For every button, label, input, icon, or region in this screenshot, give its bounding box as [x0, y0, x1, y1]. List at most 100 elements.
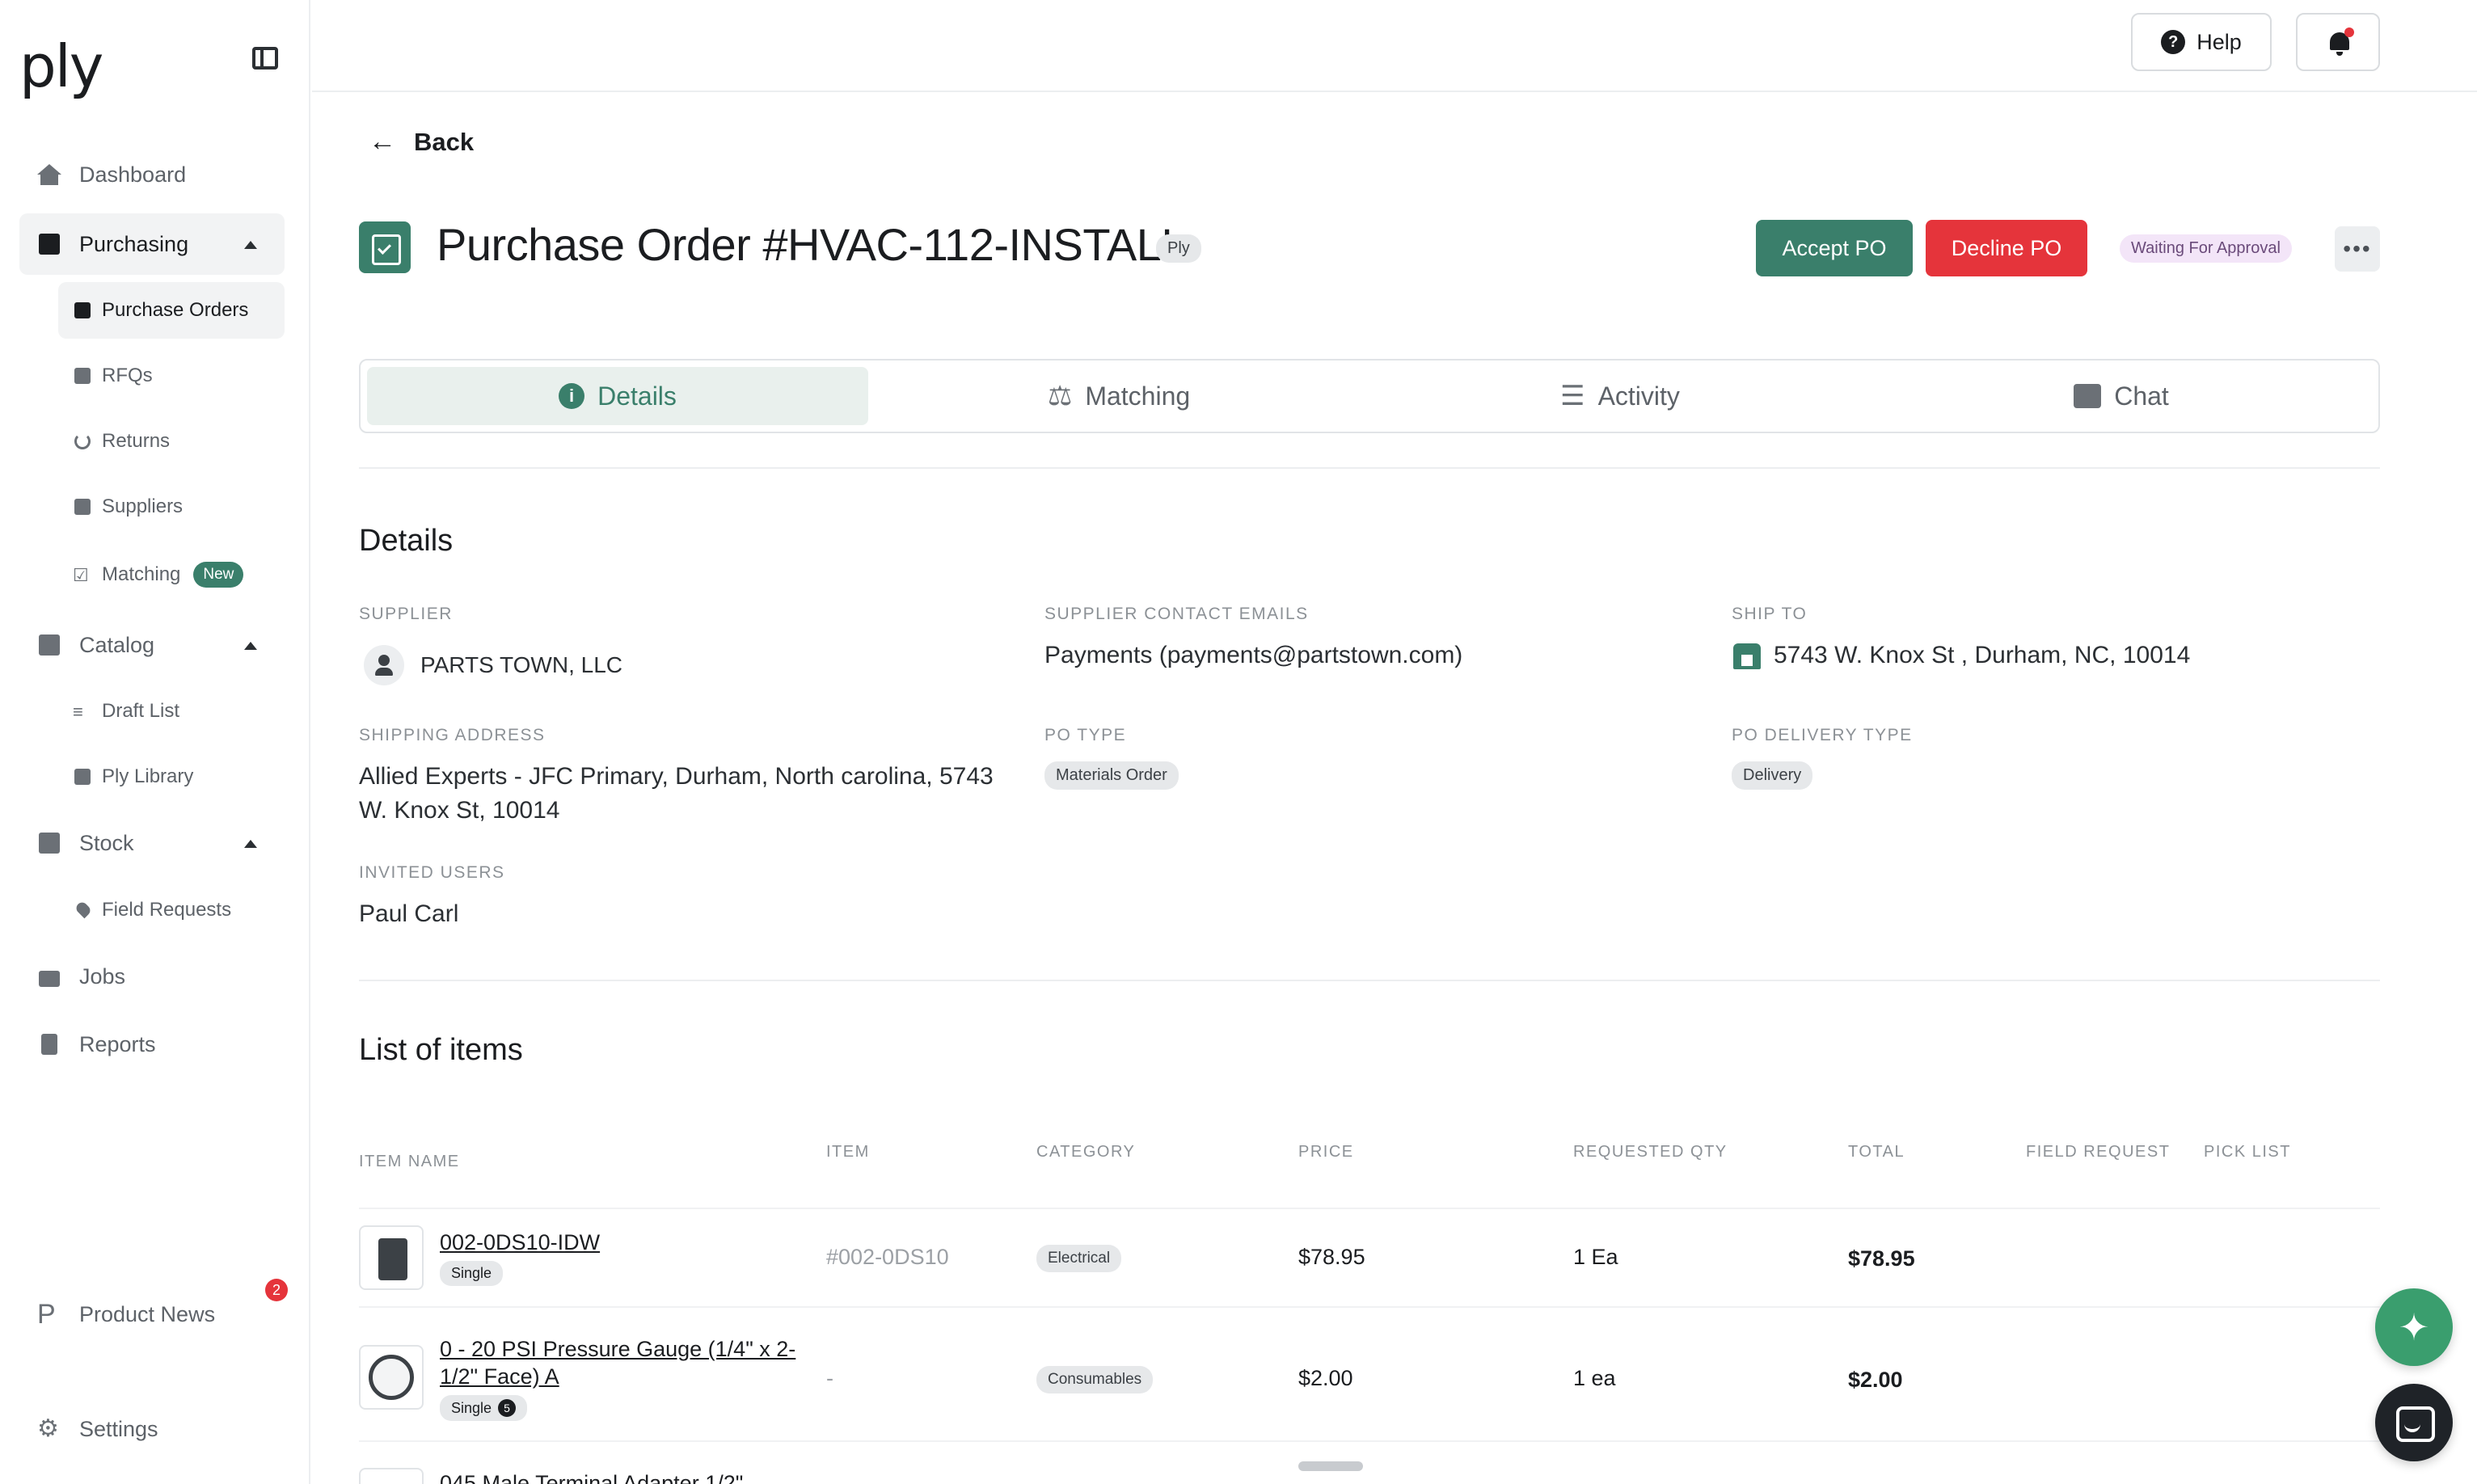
location-pin-icon [73, 900, 93, 920]
item-thumbnail [359, 1225, 424, 1290]
scroll-handle[interactable] [1298, 1461, 1363, 1471]
sidebar-item-catalog[interactable]: Catalog [19, 614, 285, 676]
total-value: $78.95 [1848, 1246, 1915, 1271]
sidebar-item-field-requests[interactable]: Field Requests [58, 882, 285, 938]
price-value: $2.00 [1298, 1366, 1353, 1390]
clipboard-icon [73, 366, 92, 386]
more-options-button[interactable]: ••• [2335, 226, 2380, 272]
sidebar-item-stock[interactable]: Stock [19, 812, 285, 874]
item-name-link[interactable]: 002-0DS10-IDW [440, 1229, 820, 1256]
warehouse-icon [37, 831, 61, 855]
sidebar-item-rfqs[interactable]: RFQs [58, 348, 285, 404]
contact-emails-value: Payments (payments@partstown.com) [1044, 642, 1463, 668]
back-link[interactable]: ← Back [369, 126, 474, 158]
tab-chat[interactable]: Chat [1871, 367, 2372, 425]
chevron-up-icon [244, 241, 257, 249]
sidebar-item-label: Purchasing [79, 231, 189, 256]
tab-details[interactable]: i Details [367, 367, 868, 425]
divider [359, 467, 2380, 469]
sidebar-item-draft-list[interactable]: ≡ Draft List [58, 683, 285, 740]
ai-assistant-button[interactable]: ✦ [2375, 1288, 2453, 1366]
gear-icon: ⚙ [37, 1415, 59, 1442]
sidebar-item-ply-library[interactable]: Ply Library [58, 748, 285, 805]
supplier-label: SUPPLIER [359, 605, 453, 623]
help-button[interactable]: ? Help [2131, 13, 2272, 71]
back-label: Back [414, 127, 475, 156]
column-header: PRICE [1298, 1143, 1354, 1161]
item-type-tag: Single [440, 1261, 504, 1286]
row-divider [359, 1440, 2380, 1442]
sidebar-item-label: Catalog [79, 632, 155, 657]
info-icon: i [559, 383, 585, 409]
sidebar-item-purchase-orders[interactable]: Purchase Orders [58, 282, 285, 339]
tab-activity[interactable]: ☰ Activity [1369, 367, 1871, 425]
sidebar: ply Dashboard Purchasing Purchase Orders… [0, 0, 310, 1484]
chat-icon [2074, 384, 2102, 408]
notifications-button[interactable] [2296, 13, 2380, 71]
tab-label: Activity [1597, 381, 1680, 411]
library-icon [73, 767, 92, 786]
sidebar-item-label: Settings [79, 1416, 158, 1441]
sidebar-item-product-news[interactable]: P Product News [19, 1284, 285, 1345]
help-icon: ? [2161, 30, 2186, 54]
quantity-value: 1 ea [1573, 1366, 1616, 1390]
purchase-order-icon [73, 301, 92, 320]
details-heading: Details [359, 524, 454, 558]
checklist-icon: ☑ [73, 565, 89, 585]
tab-label: Chat [2114, 381, 2169, 411]
sidebar-item-returns[interactable]: Returns [58, 413, 285, 470]
document-icon [37, 1032, 61, 1056]
purchase-order-icon [359, 221, 411, 273]
total-value: $2.00 [1848, 1368, 1903, 1392]
sidebar-item-label: Returns [102, 430, 171, 452]
status-badge: Waiting For Approval [2120, 234, 2292, 263]
count-badge: 5 [498, 1399, 517, 1417]
quantity-value: 1 Ea [1573, 1245, 1618, 1269]
po-type-label: PO TYPE [1044, 726, 1127, 744]
category-chip: Consumables [1036, 1366, 1154, 1393]
sidebar-item-label: Dashboard [79, 162, 187, 187]
item-name-link[interactable]: 045 Male Terminal Adapter 1/2" [440, 1469, 820, 1484]
sidebar-item-label: Field Requests [102, 899, 232, 921]
column-header: CATEGORY [1036, 1143, 1136, 1161]
items-heading: List of items [359, 1033, 523, 1067]
sidebar-item-label: Reports [79, 1031, 156, 1056]
item-code: #002-0DS10 [826, 1245, 949, 1269]
invited-users-label: INVITED USERS [359, 863, 505, 882]
decline-po-button[interactable]: Decline PO [1926, 220, 2087, 276]
delivery-type-chip: Delivery [1732, 761, 1813, 790]
sidebar-item-label: Stock [79, 830, 134, 855]
sidebar-item-settings[interactable]: ⚙ Settings [19, 1398, 285, 1460]
accept-po-button[interactable]: Accept PO [1756, 220, 1913, 276]
sidebar-item-suppliers[interactable]: Suppliers [58, 479, 285, 535]
row-divider [359, 1306, 2380, 1308]
tab-label: Matching [1085, 381, 1191, 411]
purchasing-icon [37, 232, 61, 256]
po-type-chip: Materials Order [1044, 761, 1179, 790]
item-type-label: Single [451, 1399, 492, 1416]
column-header: FIELD REQUEST [2026, 1143, 2171, 1161]
sidebar-item-label: Jobs [79, 963, 126, 989]
sidebar-item-label: Matching [102, 563, 181, 585]
warehouse-icon [1733, 643, 1761, 669]
sidebar-item-label: Product News [79, 1301, 216, 1326]
ply-p-icon: P [37, 1299, 56, 1330]
collapse-sidebar-icon[interactable] [252, 47, 278, 70]
support-chat-button[interactable] [2375, 1384, 2453, 1461]
sidebar-item-matching[interactable]: ☑ Matching New [58, 546, 285, 603]
shipping-address-label: SHIPPING ADDRESS [359, 726, 546, 744]
chevron-up-icon [244, 840, 257, 848]
item-type-tag: Single 5 [440, 1395, 528, 1421]
sidebar-item-jobs[interactable]: Jobs [19, 946, 285, 1007]
sidebar-item-dashboard[interactable]: Dashboard [19, 144, 285, 205]
row-divider [359, 1208, 2380, 1209]
ply-logo[interactable]: ply [19, 32, 103, 100]
item-name-link[interactable]: 0 - 20 PSI Pressure Gauge (1/4" x 2-1/2"… [440, 1335, 820, 1390]
arrow-left-icon: ← [369, 126, 396, 157]
sidebar-item-reports[interactable]: Reports [19, 1014, 285, 1075]
sidebar-item-label: Suppliers [102, 495, 184, 517]
divider [359, 980, 2380, 981]
sidebar-item-purchasing[interactable]: Purchasing [19, 213, 285, 275]
page-title: Purchase Order #HVAC-112-INSTALL [437, 219, 1187, 270]
tab-matching[interactable]: ⚖ Matching [868, 367, 1369, 425]
